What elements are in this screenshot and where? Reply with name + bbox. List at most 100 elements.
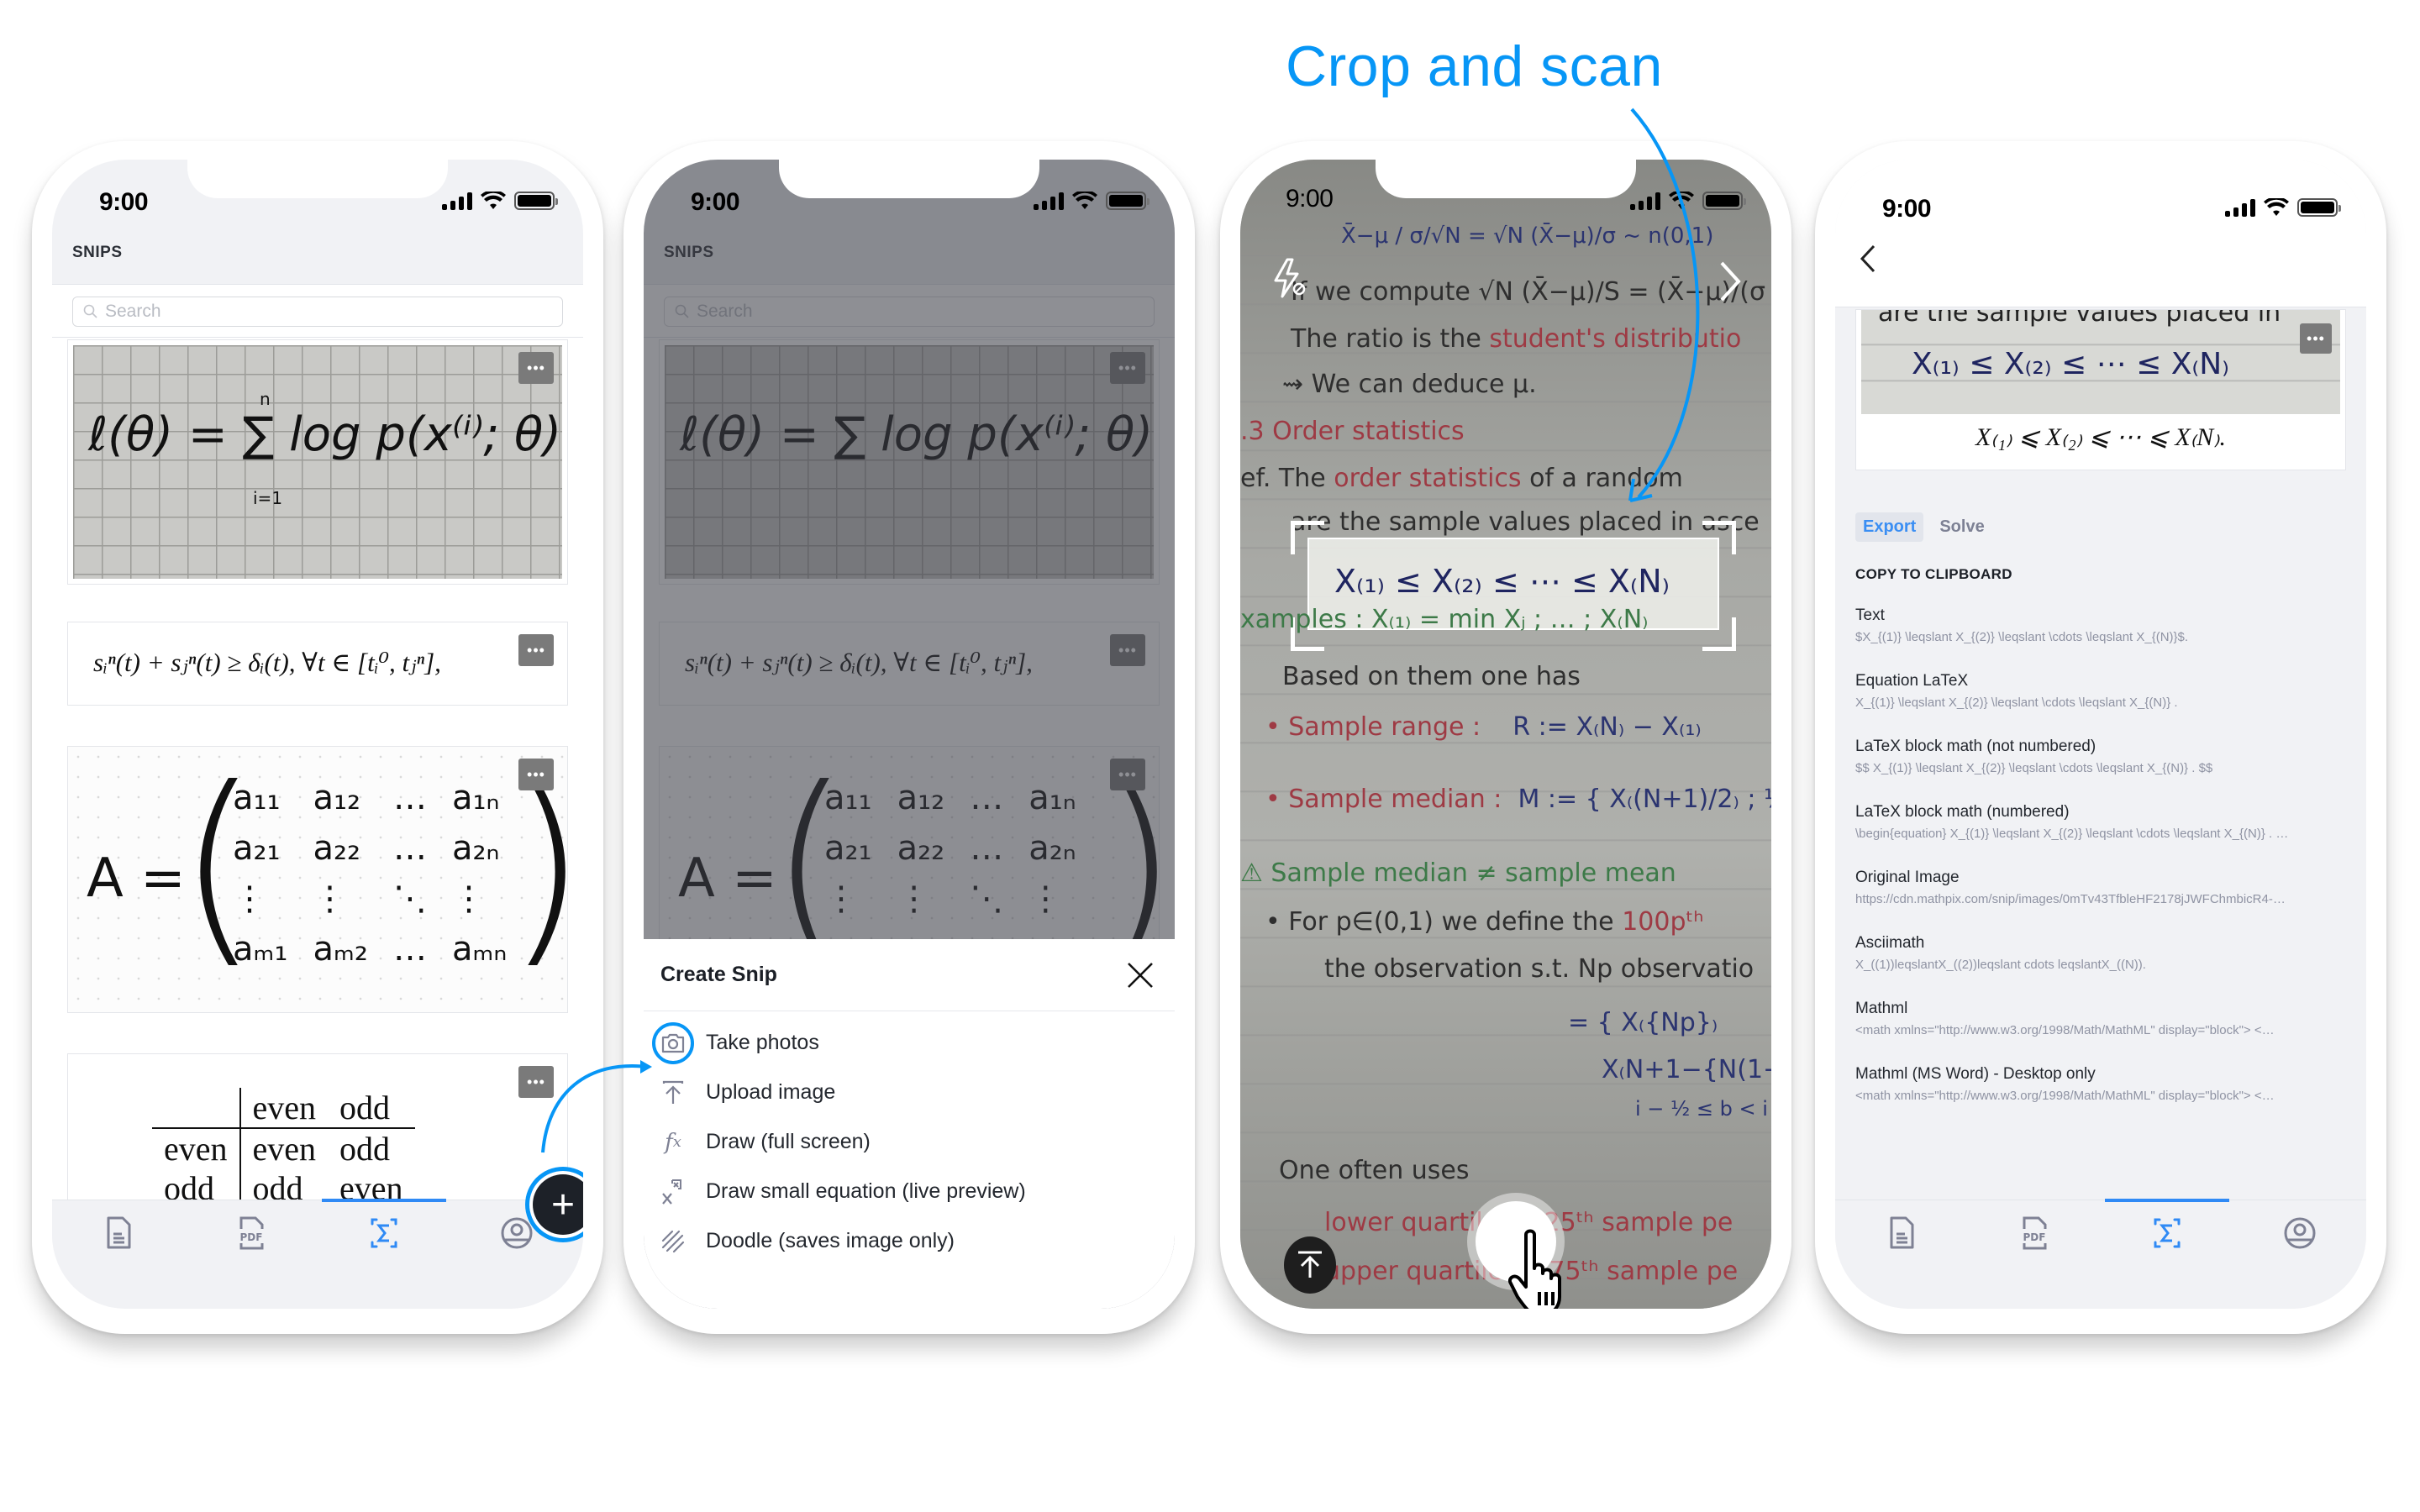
- note-line: the observation s.t. Np observatio: [1324, 954, 1754, 984]
- pdf-icon: PDF: [239, 1216, 264, 1250]
- snip-card[interactable]: sᵢⁿ(t) + sⱼⁿ(t) ≥ δᵢ(t), ∀t ∈ [tᵢ⁰, tⱼⁿ]…: [67, 622, 568, 706]
- search-icon: [83, 304, 97, 318]
- note-line: • Sample median : M := { X₍(N+1)/2₎ ; ½(…: [1265, 785, 1771, 814]
- format-equation-latex[interactable]: Equation LaTeX X_{(1)} \leqslant X_{(2)} …: [1855, 672, 2346, 710]
- snip-card[interactable]: ℓ(θ) = ∑ log p(x⁽ⁱ⁾; θ) n i=1 •••: [67, 339, 568, 585]
- crop-handle-bottom-right[interactable]: [1702, 617, 1736, 651]
- note-line: Based on them one has: [1282, 662, 1581, 691]
- close-icon[interactable]: [1126, 961, 1155, 990]
- matrix-cell: ⋱: [392, 879, 427, 918]
- matrix-cell: ⋮: [313, 879, 347, 918]
- wifi-icon: [481, 192, 506, 209]
- tab-pdf[interactable]: PDF: [201, 1215, 302, 1266]
- option-doodle[interactable]: Doodle (saves image only): [644, 1216, 1175, 1266]
- format-text[interactable]: Text $X_{(1)} \leqslant X_{(2)} \leqslant…: [1855, 606, 2346, 644]
- status-time: 9:00: [691, 188, 740, 216]
- tab-documents[interactable]: [1851, 1215, 1952, 1266]
- note-line: ef. The order statistics of a random: [1240, 464, 1683, 493]
- format-mathml[interactable]: Mathml <math xmlns="http://www.w3.org/199…: [1855, 1000, 2346, 1037]
- tab-snips[interactable]: [2105, 1199, 2229, 1266]
- format-latex-block-numbered[interactable]: LaTeX block math (numbered) \begin{equati…: [1855, 803, 2346, 841]
- flash-off-icon[interactable]: [1270, 257, 1309, 299]
- page-title: SNIPS: [72, 244, 123, 261]
- tab-export[interactable]: Export: [1855, 512, 1924, 542]
- search-input[interactable]: [105, 302, 488, 322]
- snip-list: ℓ(θ) = ∑ log p(x⁽ⁱ⁾; θ) n i=1 ••• sᵢⁿ(t)…: [52, 338, 583, 1200]
- notch: [1970, 160, 2231, 198]
- image-equation: X₍₁₎ ≤ X₍₂₎ ≤ ⋯ ≤ X₍N₎: [1912, 347, 2229, 381]
- table-cell: odd: [339, 1130, 391, 1168]
- crop-handle-top-left[interactable]: [1291, 521, 1324, 554]
- status-time: 9:00: [1286, 185, 1334, 213]
- battery-icon: [514, 192, 558, 210]
- tab-solve[interactable]: Solve: [1932, 512, 1991, 542]
- matrix-cell: …: [392, 930, 427, 969]
- matrix-cell: a₁₁: [233, 779, 281, 817]
- back-chevron-icon[interactable]: [1859, 244, 1877, 274]
- tab-account[interactable]: [2249, 1215, 2350, 1266]
- sigma-scan-icon: [371, 1218, 397, 1248]
- matrix-cell: a₁₂: [313, 779, 361, 817]
- note-line: are the sample values placed in asce: [1291, 507, 1760, 537]
- battery-icon: [1702, 192, 1746, 210]
- option-label: Upload image: [706, 1080, 836, 1104]
- option-label: Draw (full screen): [706, 1130, 871, 1153]
- note-line: ⚠ Sample median ≠ sample mean: [1240, 858, 1676, 888]
- format-original-image[interactable]: Original Image https://cdn.mathpix.com/sn…: [1855, 869, 2346, 906]
- wifi-icon: [1072, 192, 1097, 209]
- upload-image-button[interactable]: [1284, 1236, 1336, 1294]
- note-line: .3 Order statistics: [1240, 417, 1465, 446]
- format-asciimath[interactable]: Asciimath X_((1))leqslantX_((2))leqslant …: [1855, 934, 2346, 972]
- document-icon: [1890, 1216, 1914, 1249]
- option-take-photos[interactable]: Take photos: [644, 1018, 1175, 1068]
- upload-icon: [1298, 1251, 1322, 1278]
- bottom-tab-bar: PDF: [52, 1199, 583, 1309]
- snip-card[interactable]: even odd even even odd odd odd even •••: [67, 1053, 568, 1200]
- status-time: 9:00: [99, 188, 149, 216]
- table-cell: odd: [152, 1168, 241, 1200]
- rendered-equation: X₍₁₎ ⩽ X₍₂₎ ⩽ ⋯ ⩽ X₍N₎.: [1975, 423, 2226, 451]
- table-cell: odd: [252, 1169, 303, 1200]
- screen: 9:00 are the sample values placed in X₍₁…: [1835, 160, 2366, 1309]
- more-options-button[interactable]: •••: [518, 1066, 554, 1098]
- format-latex-block-not-numbered[interactable]: LaTeX block math (not numbered) $$ X_{(1)…: [1855, 738, 2346, 775]
- option-draw-full-screen[interactable]: fx Draw (full screen): [644, 1117, 1175, 1167]
- matrix-lhs: A =: [87, 848, 186, 910]
- tab-pdf[interactable]: PDF: [1984, 1215, 2085, 1266]
- snip-card[interactable]: A = ( ) a₁₁a₁₂…a₁ₙ a₂₁a₂₂…a₂ₙ ⋮⋮⋱⋮ aₘ₁aₘ…: [67, 746, 568, 1013]
- phone-export-result: 9:00 are the sample values placed in X₍₁…: [1815, 141, 2386, 1334]
- screen: 9:00 X̄−μ / σ/√N = √N (X̄−μ)/σ ~ n(0,1) …: [1240, 160, 1771, 1309]
- table-header-cell: odd: [339, 1089, 391, 1126]
- notch: [779, 160, 1039, 198]
- note-line: One often uses: [1279, 1156, 1470, 1185]
- more-options-button[interactable]: •••: [518, 352, 554, 384]
- more-options-button[interactable]: •••: [518, 759, 554, 790]
- notch: [187, 160, 448, 198]
- image-caption-text: are the sample values placed in: [1878, 309, 2281, 328]
- create-snip-sheet: Create Snip Take photos Upload image fx …: [644, 939, 1175, 1309]
- more-options-button[interactable]: •••: [2300, 323, 2332, 354]
- option-label: Draw small equation (live preview): [706, 1179, 1026, 1203]
- result-tabs: Export Solve: [1855, 512, 1992, 542]
- sum-upper-limit: n: [260, 389, 271, 409]
- option-upload-image[interactable]: Upload image: [644, 1068, 1175, 1117]
- chevron-right-icon[interactable]: [1718, 260, 1743, 302]
- table-cell: even: [152, 1128, 241, 1168]
- matrix-cell: a₂₂: [313, 829, 361, 868]
- tab-snips[interactable]: [322, 1199, 446, 1266]
- snip-image-grid-paper: [73, 345, 562, 579]
- sum-lower-limit: i=1: [253, 488, 283, 508]
- table-cell: even: [252, 1130, 317, 1168]
- note-line: • Sample range : R := X₍N₎ − X₍₁₎: [1265, 712, 1702, 742]
- search-bar: [52, 284, 583, 338]
- upload-icon: [659, 1079, 687, 1107]
- option-draw-small-equation[interactable]: Draw small equation (live preview): [644, 1167, 1175, 1216]
- tab-documents[interactable]: [68, 1215, 169, 1266]
- more-options-button[interactable]: •••: [518, 634, 554, 666]
- matrix-cell: ⋮: [451, 879, 486, 918]
- crop-handle-top-right[interactable]: [1702, 521, 1736, 554]
- matrix-cell: ⋮: [233, 879, 266, 918]
- crop-equation: X₍₁₎ ≤ X₍₂₎ ≤ ⋯ ≤ X₍N₎: [1334, 563, 1670, 600]
- svg-text:PDF: PDF: [240, 1231, 263, 1243]
- format-mathml-ms-word[interactable]: Mathml (MS Word) - Desktop only <math xml…: [1855, 1065, 2346, 1103]
